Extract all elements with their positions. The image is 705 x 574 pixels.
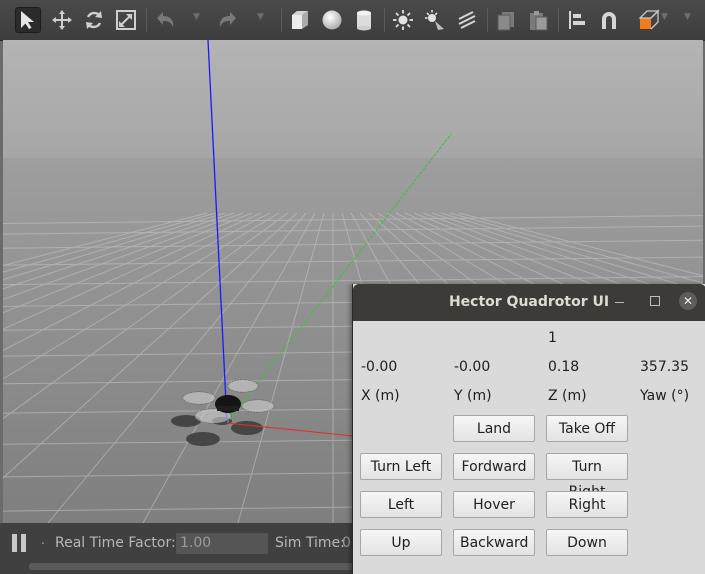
minimize-icon [615,302,624,303]
magnet-icon [602,12,616,29]
spot-light-button[interactable] [422,7,448,33]
step-indicator: . [41,533,45,547]
translate-tool-button[interactable] [49,7,75,33]
down-button[interactable]: Down [546,529,628,556]
cylinder-icon [357,10,371,31]
pause-button[interactable] [12,534,28,552]
paste-button[interactable] [525,7,551,33]
point-light-icon [393,10,413,30]
view-angle-icon [638,9,660,30]
yaw-value: 357.35 [640,359,689,375]
maximize-button[interactable] [650,296,660,306]
hector-quadrotor-ui-window: Hector Quadrotor UI ✕ 1 -0.00 -0.00 0.18… [352,284,705,574]
yaw-label: Yaw (°) [640,388,690,404]
toolbar-overflow-icon[interactable]: ▼ [684,12,691,22]
drone-index: 1 [548,330,557,346]
align-icon [569,11,585,29]
box-shape-button[interactable] [287,7,313,33]
sphere-icon [322,10,342,30]
paste-icon [530,11,548,31]
snap-button[interactable] [596,7,622,33]
x-value: -0.00 [361,359,398,375]
undo-button[interactable] [152,7,178,33]
hover-button[interactable]: Hover [453,491,535,518]
rotate-icon [86,11,102,29]
toolbar: ▼ ▼ ▼ ▼ [0,0,705,41]
sim-time-label: Sim Time: [275,535,345,551]
z-label: Z (m) [548,388,587,404]
toolbar-separator [487,8,488,32]
real-time-factor-field: 1.00 [176,533,268,554]
undo-dropdown-icon[interactable]: ▼ [193,12,200,22]
take-off-button[interactable]: Take Off [546,415,628,442]
y-value: -0.00 [454,359,491,375]
backward-button[interactable]: Backward [453,529,535,556]
translate-icon [52,10,72,30]
close-button[interactable]: ✕ [679,292,697,310]
copy-button[interactable] [493,7,519,33]
z-value: 0.18 [548,359,580,375]
toolbar-separator [146,8,147,32]
toolbar-separator [384,8,385,32]
real-time-factor-label: Real Time Factor: [55,535,176,551]
horizontal-scrollbar[interactable] [29,563,359,570]
turn-right-button[interactable]: Turn Right [546,453,628,500]
pause-icon [12,534,17,552]
y-label: Y (m) [454,388,492,404]
forward-button[interactable]: Fordward [453,453,535,480]
view-angle-button[interactable] [636,7,662,33]
toolbar-separator [281,8,282,32]
rotate-tool-button[interactable] [81,7,107,33]
sky [3,40,703,160]
undo-icon [157,12,174,27]
x-label: X (m) [361,388,400,404]
point-light-button[interactable] [390,7,416,33]
close-icon: ✕ [682,294,694,308]
minimize-button[interactable] [615,296,625,306]
directional-light-icon [458,11,476,29]
window-titlebar[interactable]: Hector Quadrotor UI ✕ [353,284,705,321]
copy-icon [497,12,514,31]
sphere-shape-button[interactable] [319,7,345,33]
toolbar-separator [558,8,559,32]
redo-dropdown-icon[interactable]: ▼ [257,12,264,22]
select-icon [21,11,34,29]
redo-icon [219,12,236,27]
turn-left-button[interactable]: Turn Left [360,453,442,480]
directional-light-button[interactable] [454,7,480,33]
up-button[interactable]: Up [360,529,442,556]
land-button[interactable]: Land [453,415,535,442]
spot-light-icon [425,10,444,30]
select-tool-button[interactable] [15,7,41,33]
left-button[interactable]: Left [360,491,442,518]
cylinder-shape-button[interactable] [351,7,377,33]
box-icon [292,11,308,29]
scale-tool-button[interactable] [113,7,139,33]
align-button[interactable] [564,7,590,33]
redo-button[interactable] [215,7,241,33]
scale-icon [116,10,136,30]
view-angle-dropdown-icon[interactable]: ▼ [661,12,668,22]
right-button[interactable]: Right [546,491,628,518]
